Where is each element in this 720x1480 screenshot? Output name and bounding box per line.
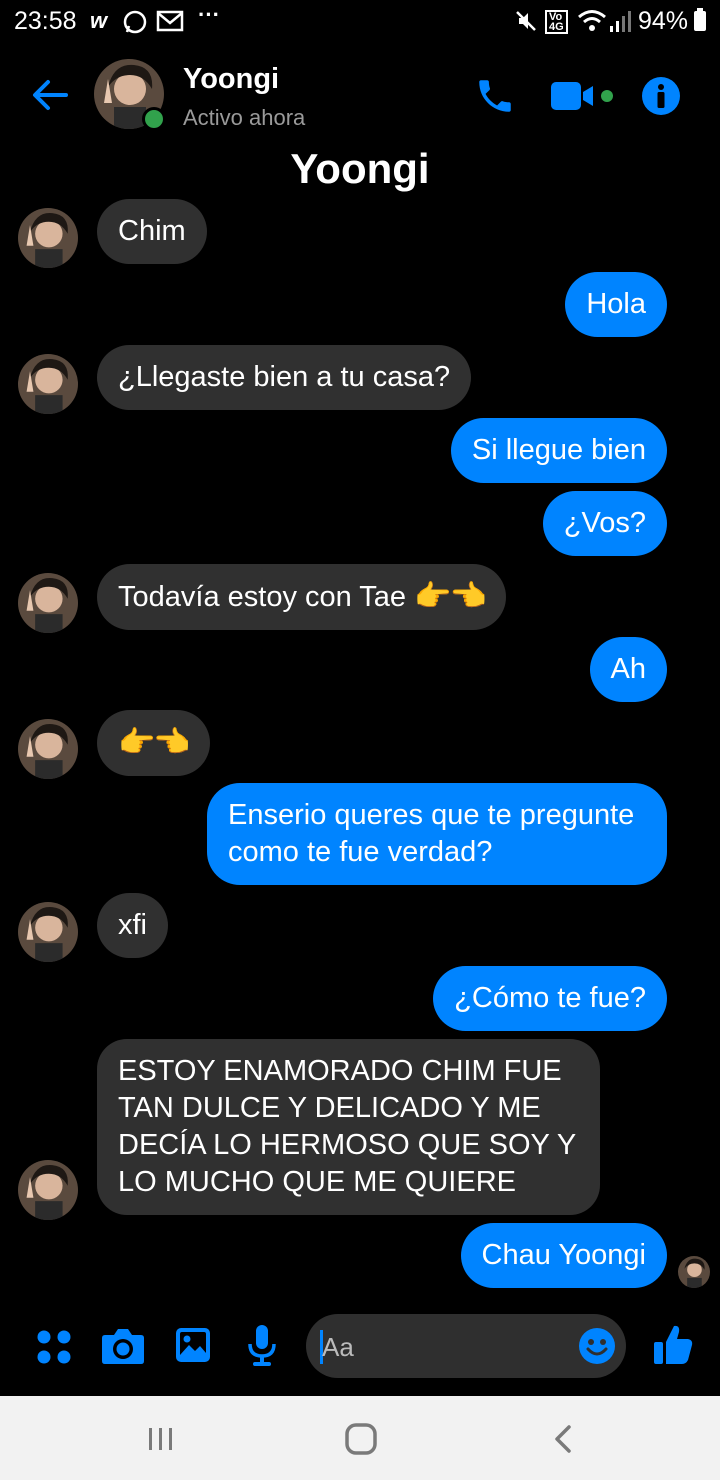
status-time: 23:58 xyxy=(14,7,77,35)
w-app-icon: w xyxy=(90,8,108,33)
sender-avatar xyxy=(18,208,78,268)
message-bubble-incoming[interactable]: xfi xyxy=(97,893,168,958)
message-bubble-incoming[interactable]: 👉👈 xyxy=(97,710,210,776)
battery-icon xyxy=(694,8,706,31)
system-navigation-bar xyxy=(0,1396,720,1480)
message-bubble-outgoing[interactable]: Enserio queres que te pregunte como te f… xyxy=(207,783,667,885)
info-icon[interactable] xyxy=(641,76,681,116)
message-text: ¿Llegaste bien a tu casa? xyxy=(118,361,451,393)
contact-status: Activo ahora xyxy=(183,105,306,130)
like-thumbs-up-icon[interactable] xyxy=(652,1322,694,1366)
message-text: ESTOY ENAMORADO CHIM FUE TAN DULCE Y DEL… xyxy=(118,1055,576,1198)
menu-dots-icon[interactable] xyxy=(36,1329,72,1365)
message-bubble-outgoing[interactable]: Ah xyxy=(589,637,667,702)
message-bubble-incoming[interactable]: ¿Llegaste bien a tu casa? xyxy=(97,345,472,410)
mute-icon xyxy=(516,11,536,31)
volte-icon: Vo 4G xyxy=(545,10,568,34)
message-text: ¿Cómo te fue? xyxy=(454,982,646,1014)
conversation-title: Yoongi xyxy=(290,145,430,192)
phone-call-icon[interactable] xyxy=(474,75,516,117)
message-text: Chim xyxy=(118,215,186,247)
gmail-icon xyxy=(156,10,184,32)
seen-receipt-avatar xyxy=(678,1256,710,1288)
message-bubble-incoming[interactable]: ESTOY ENAMORADO CHIM FUE TAN DULCE Y DEL… xyxy=(97,1039,600,1215)
recent-apps-icon[interactable] xyxy=(146,1426,176,1452)
message-text: Enserio queres que te pregunte como te f… xyxy=(228,799,635,868)
message-text: Hola xyxy=(586,288,646,320)
video-call-icon[interactable] xyxy=(551,81,615,111)
sender-avatar xyxy=(18,573,78,633)
microphone-icon[interactable] xyxy=(246,1324,278,1368)
message-text: Si llegue bien xyxy=(471,434,646,466)
pointing-fingers-emoji: 👉👈 xyxy=(118,726,191,759)
message-bubble-outgoing[interactable]: ¿Cómo te fue? xyxy=(433,966,667,1031)
message-composer: Aa xyxy=(0,1308,720,1388)
sender-avatar xyxy=(18,719,78,779)
system-back-icon[interactable] xyxy=(550,1424,576,1454)
message-bubble-outgoing[interactable]: ¿Vos? xyxy=(542,491,667,556)
whatsapp-icon xyxy=(123,10,147,34)
sender-avatar xyxy=(18,1160,78,1220)
message-text: Chau Yoongi xyxy=(481,1239,647,1271)
signal-icon xyxy=(610,11,631,32)
wifi-icon xyxy=(578,10,606,31)
message-text: xfi xyxy=(118,909,147,941)
message-bubble-outgoing[interactable]: Si llegue bien xyxy=(450,418,667,483)
message-input[interactable]: Aa xyxy=(306,1314,626,1378)
message-bubble-incoming[interactable]: Chim xyxy=(97,199,207,264)
gallery-image-icon[interactable] xyxy=(175,1327,211,1363)
more-notifications-icon: ··· xyxy=(198,2,220,27)
message-text: Todavía estoy con Tae xyxy=(118,581,407,613)
emoji-icon[interactable] xyxy=(578,1327,616,1365)
status-bar: 23:58 w ··· Vo 4G 94% xyxy=(0,0,720,44)
back-arrow-icon[interactable] xyxy=(28,73,72,117)
contact-name[interactable]: Yoongi xyxy=(183,63,279,96)
message-text: Ah xyxy=(610,653,646,685)
message-bubble-outgoing[interactable]: Hola xyxy=(565,272,667,337)
sender-avatar xyxy=(18,354,78,414)
pointing-fingers-emoji: 👉👈 xyxy=(414,580,487,613)
message-bubble-outgoing[interactable]: Chau Yoongi xyxy=(460,1223,667,1288)
conversation-header: Yoongi Activo ahora xyxy=(0,55,720,135)
message-input-placeholder: Aa xyxy=(322,1332,354,1362)
message-bubble-incoming[interactable]: Todavía estoy con Tae 👉👈 xyxy=(97,564,506,630)
sender-avatar xyxy=(18,902,78,962)
online-status-dot xyxy=(142,107,166,131)
battery-percent: 94% xyxy=(637,7,688,35)
camera-icon[interactable] xyxy=(101,1327,145,1365)
home-icon[interactable] xyxy=(344,1422,378,1456)
message-text: ¿Vos? xyxy=(563,507,646,539)
